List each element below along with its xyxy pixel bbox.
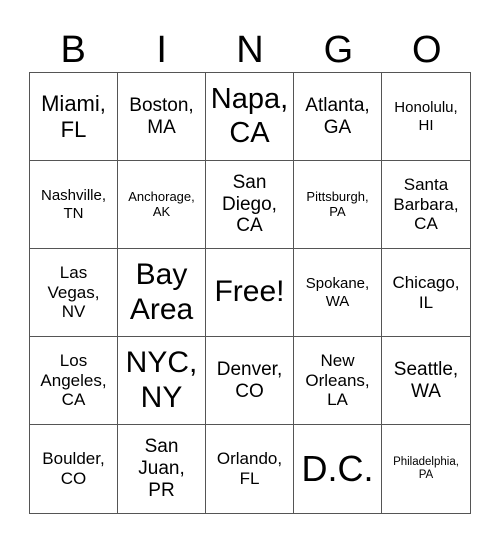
bingo-cell[interactable]: Boston, MA [118,73,206,161]
bingo-cell[interactable]: Honolulu, HI [382,73,470,161]
bingo-cell[interactable]: Pittsburgh, PA [294,161,382,249]
cell-text: San Diego, CA [222,171,277,237]
bingo-cell[interactable]: Philadelphia, PA [382,425,470,513]
free-space-cell[interactable]: Free! [206,249,294,337]
cell-text: Seattle, WA [393,358,459,402]
cell-text: San Juan, PR [138,436,185,501]
bingo-cell[interactable]: NYC, NY [118,337,206,425]
cell-text: NYC, NY [125,346,198,414]
bingo-cell[interactable]: D.C. [294,425,382,513]
cell-text: Chicago, IL [392,272,460,312]
header-letter-i: I [156,29,167,71]
cell-text: Napa, CA [210,83,289,149]
cell-text: Los Angeles, CA [40,351,107,410]
header-letter-n: N [236,29,264,71]
cell-text: Spokane, WA [305,275,370,310]
bingo-cell[interactable]: Orlando, FL [206,425,294,513]
bingo-cell[interactable]: New Orleans, LA [294,337,382,425]
cell-text: Honolulu, HI [394,99,458,134]
cell-text: Anchorage, AK [128,188,195,219]
header-letter-g: G [323,29,354,71]
cell-text: Boulder, CO [42,449,105,488]
bingo-grid: Miami, FL Boston, MA Napa, CA Atlanta, GA Ho… [29,72,471,514]
bingo-cell[interactable]: Miami, FL [30,73,118,161]
bingo-cell[interactable]: Denver, CO [206,337,294,425]
bingo-cell[interactable]: Santa Barbara, CA [382,161,470,249]
bingo-cell[interactable]: Las Vegas, NV [30,249,118,337]
bingo-cell[interactable]: Atlanta, GA [294,73,382,161]
cell-text: Las Vegas, NV [47,263,100,322]
bingo-cell[interactable]: Anchorage, AK [118,161,206,249]
cell-text: D.C. [301,448,374,490]
cell-text: Free! [214,275,285,309]
cell-text: Pittsburgh, PA [306,188,369,219]
bingo-cell[interactable]: Chicago, IL [382,249,470,337]
bingo-cell[interactable]: Los Angeles, CA [30,337,118,425]
bingo-cell[interactable]: Seattle, WA [382,337,470,425]
cell-text: Santa Barbara, CA [393,175,459,234]
bingo-cell[interactable]: Bay Area [118,249,206,337]
cell-text: Boston, MA [129,94,194,138]
bingo-cell[interactable]: Nashville, TN [30,161,118,249]
cell-text: New Orleans, LA [305,351,370,410]
bingo-cell[interactable]: Spokane, WA [294,249,382,337]
bingo-header: B I N G O [29,28,471,72]
bingo-cell[interactable]: Boulder, CO [30,425,118,513]
cell-text: Nashville, TN [40,187,107,222]
header-letter-o: O [412,29,442,71]
cell-text: Philadelphia, PA [393,455,459,481]
bingo-cell[interactable]: San Diego, CA [206,161,294,249]
cell-text: Atlanta, GA [305,94,370,138]
cell-text: Miami, FL [41,91,106,142]
header-letter-b: B [60,29,86,71]
cell-text: Denver, CO [216,358,283,402]
cell-text: Orlando, FL [216,449,283,488]
cell-text: Bay Area [129,258,194,326]
bingo-cell[interactable]: San Juan, PR [118,425,206,513]
bingo-cell[interactable]: Napa, CA [206,73,294,161]
